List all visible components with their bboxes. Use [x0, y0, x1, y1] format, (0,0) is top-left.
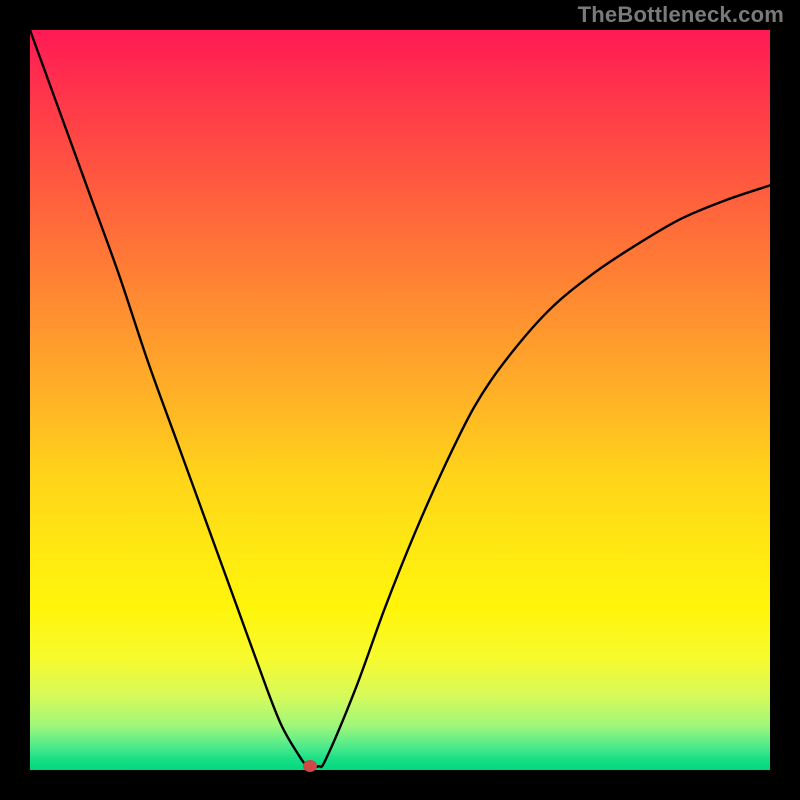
optimum-marker — [303, 760, 317, 772]
plot-area — [30, 30, 770, 770]
chart-container: TheBottleneck.com — [0, 0, 800, 800]
bottleneck-curve — [30, 30, 770, 768]
watermark-text: TheBottleneck.com — [578, 2, 784, 28]
curve-svg — [30, 30, 770, 770]
